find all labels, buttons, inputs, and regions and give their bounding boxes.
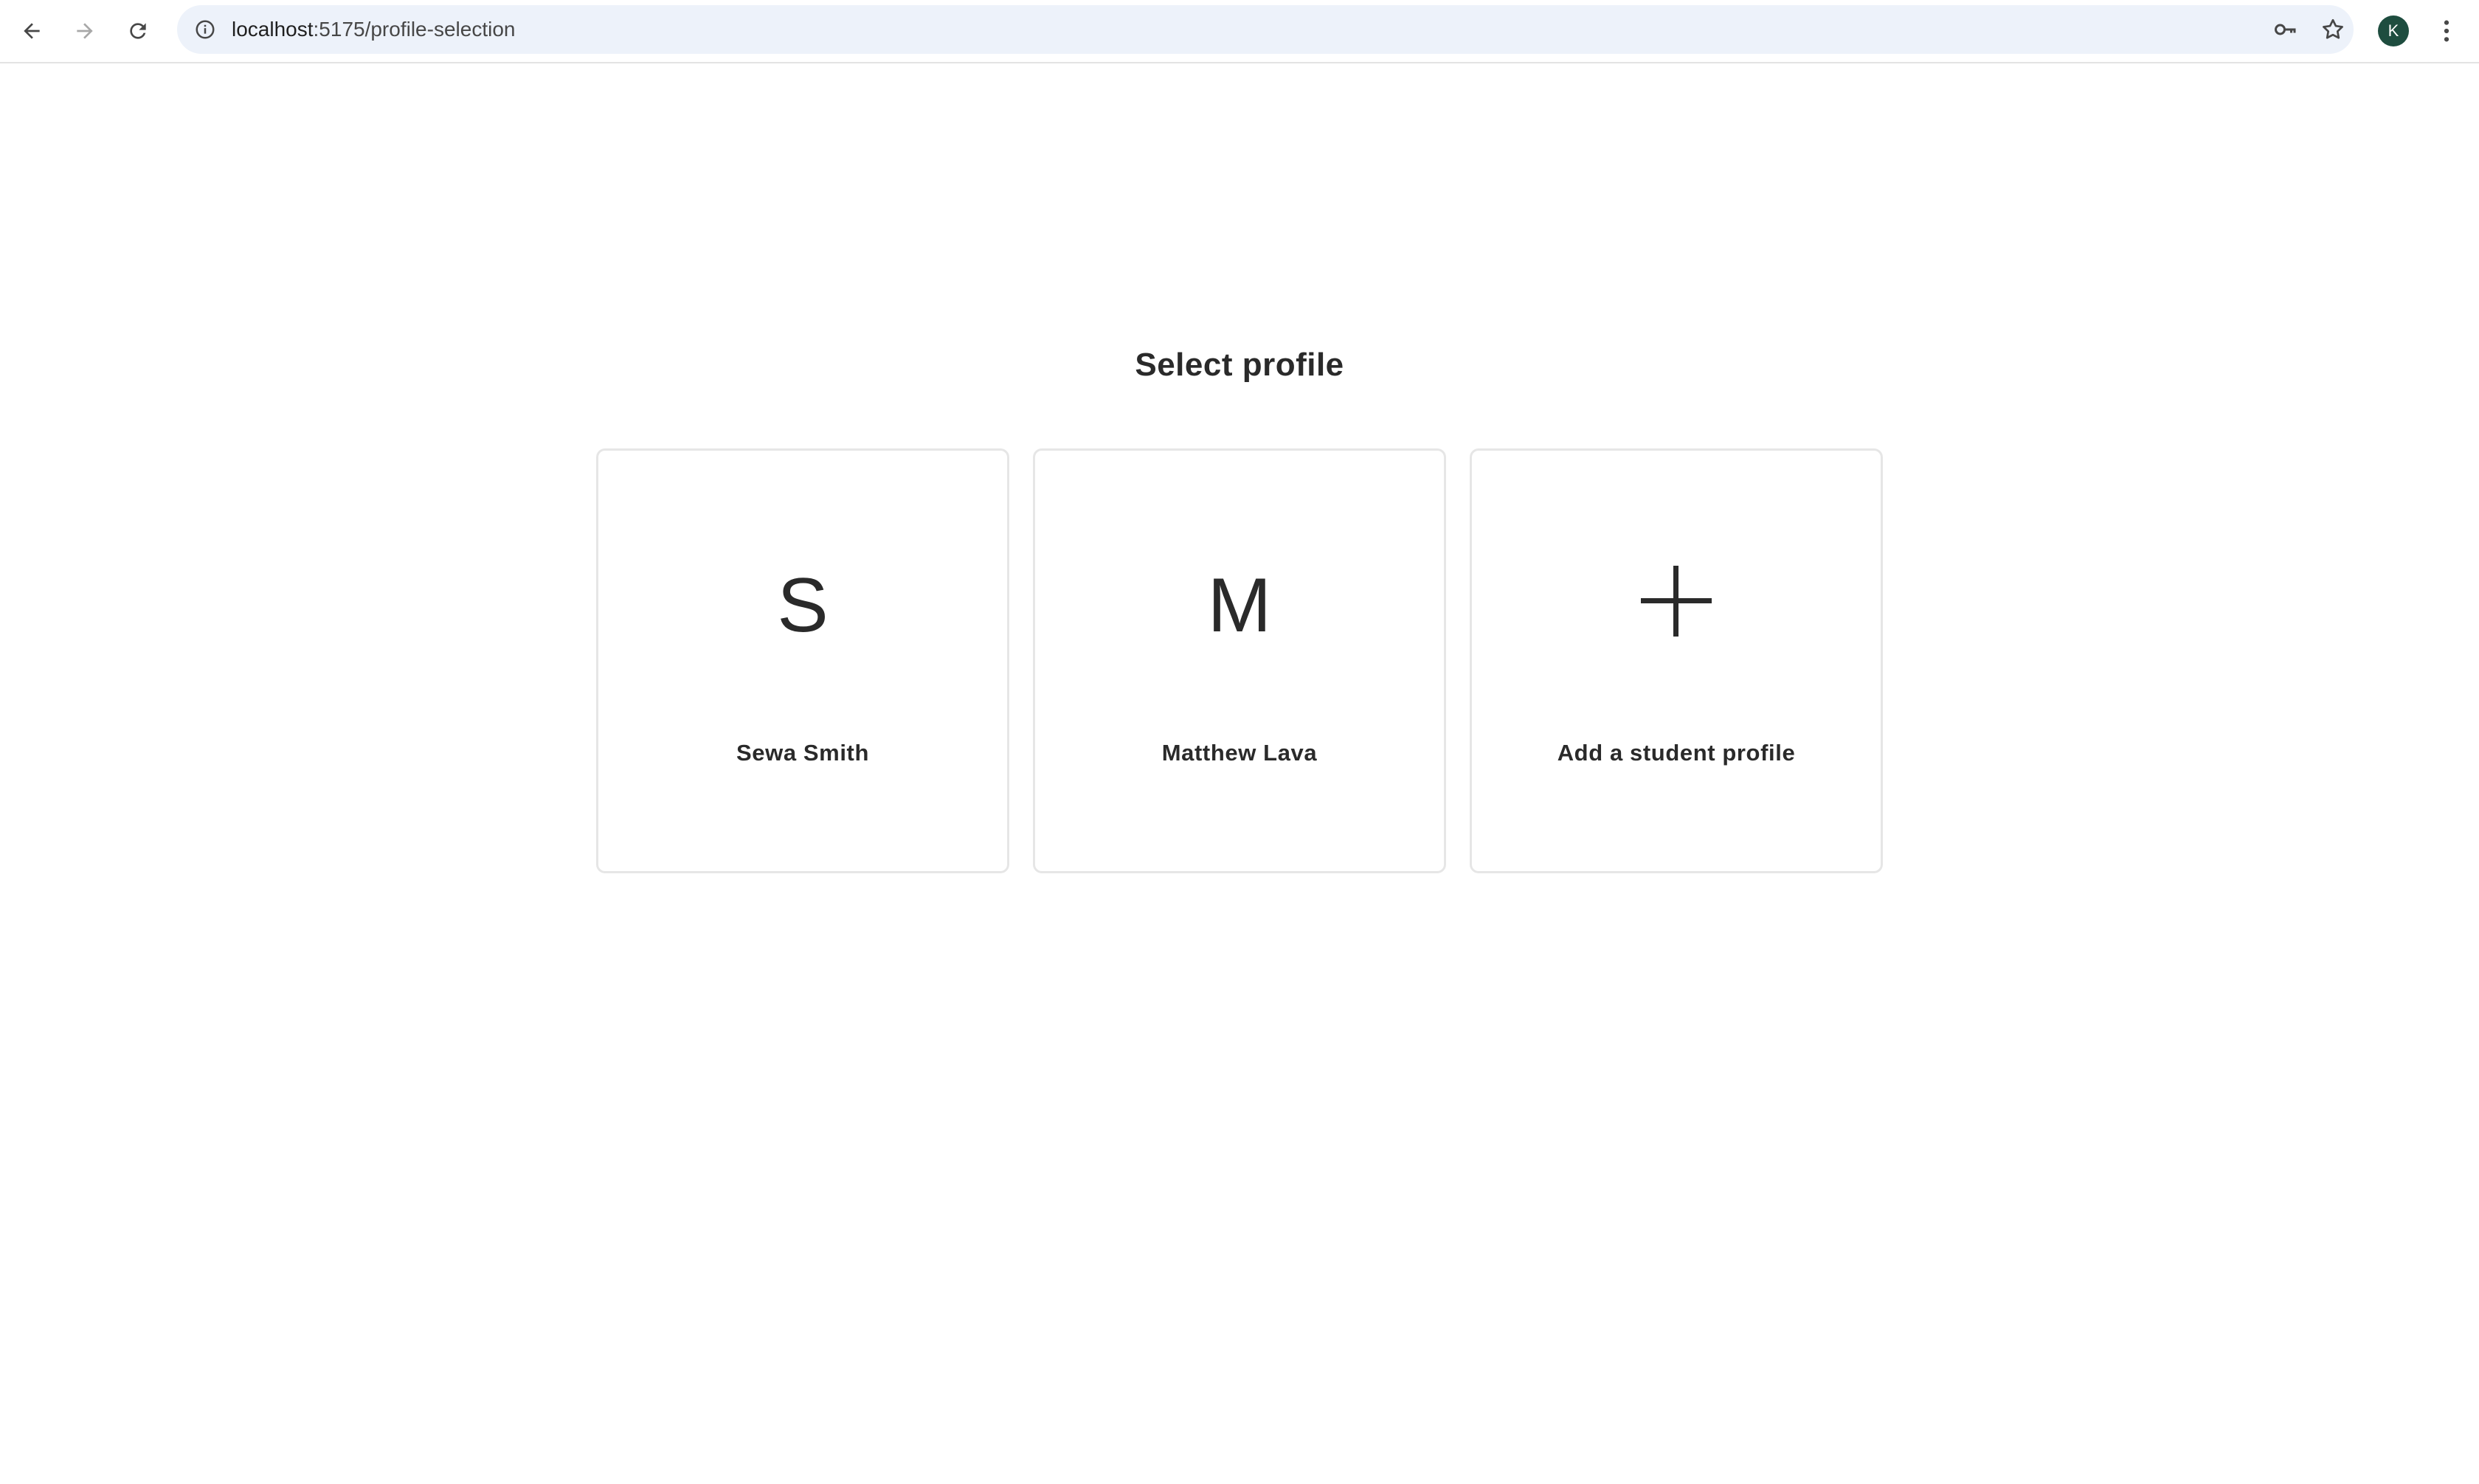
forward-button[interactable] xyxy=(63,10,106,52)
browser-menu-button[interactable] xyxy=(2432,10,2461,52)
add-profile-label: Add a student profile xyxy=(1557,740,1796,766)
profile-initial: M xyxy=(1207,563,1272,648)
url-path: :5175/profile-selection xyxy=(313,18,516,41)
plus-icon xyxy=(1641,566,1712,637)
add-student-profile-card[interactable]: Add a student profile xyxy=(1470,448,1883,873)
star-icon[interactable] xyxy=(2318,15,2348,44)
key-icon[interactable] xyxy=(2271,15,2300,44)
profile-name: Matthew Lava xyxy=(1161,740,1318,766)
url-host: localhost xyxy=(232,18,314,41)
page-title: Select profile xyxy=(1135,347,1344,383)
info-circle-icon[interactable] xyxy=(190,15,220,44)
arrow-right-icon xyxy=(77,23,93,39)
profile-initial: S xyxy=(777,563,829,648)
address-bar[interactable]: localhost:5175/profile-selection xyxy=(177,5,2354,54)
profile-card-matthew-lava[interactable]: M Matthew Lava xyxy=(1033,448,1446,873)
profile-card-sewa-smith[interactable]: S Sewa Smith xyxy=(596,448,1009,873)
browser-toolbar: localhost:5175/profile-selection K xyxy=(0,0,2479,63)
profile-name: Sewa Smith xyxy=(736,740,869,766)
arrow-left-icon xyxy=(24,23,40,39)
reload-icon xyxy=(130,23,146,39)
back-button[interactable] xyxy=(10,10,53,52)
browser-profile-avatar[interactable]: K xyxy=(2378,15,2409,46)
reload-button[interactable] xyxy=(117,10,159,52)
url-text[interactable]: localhost:5175/profile-selection xyxy=(232,5,515,54)
kebab-menu-icon xyxy=(2444,20,2449,42)
